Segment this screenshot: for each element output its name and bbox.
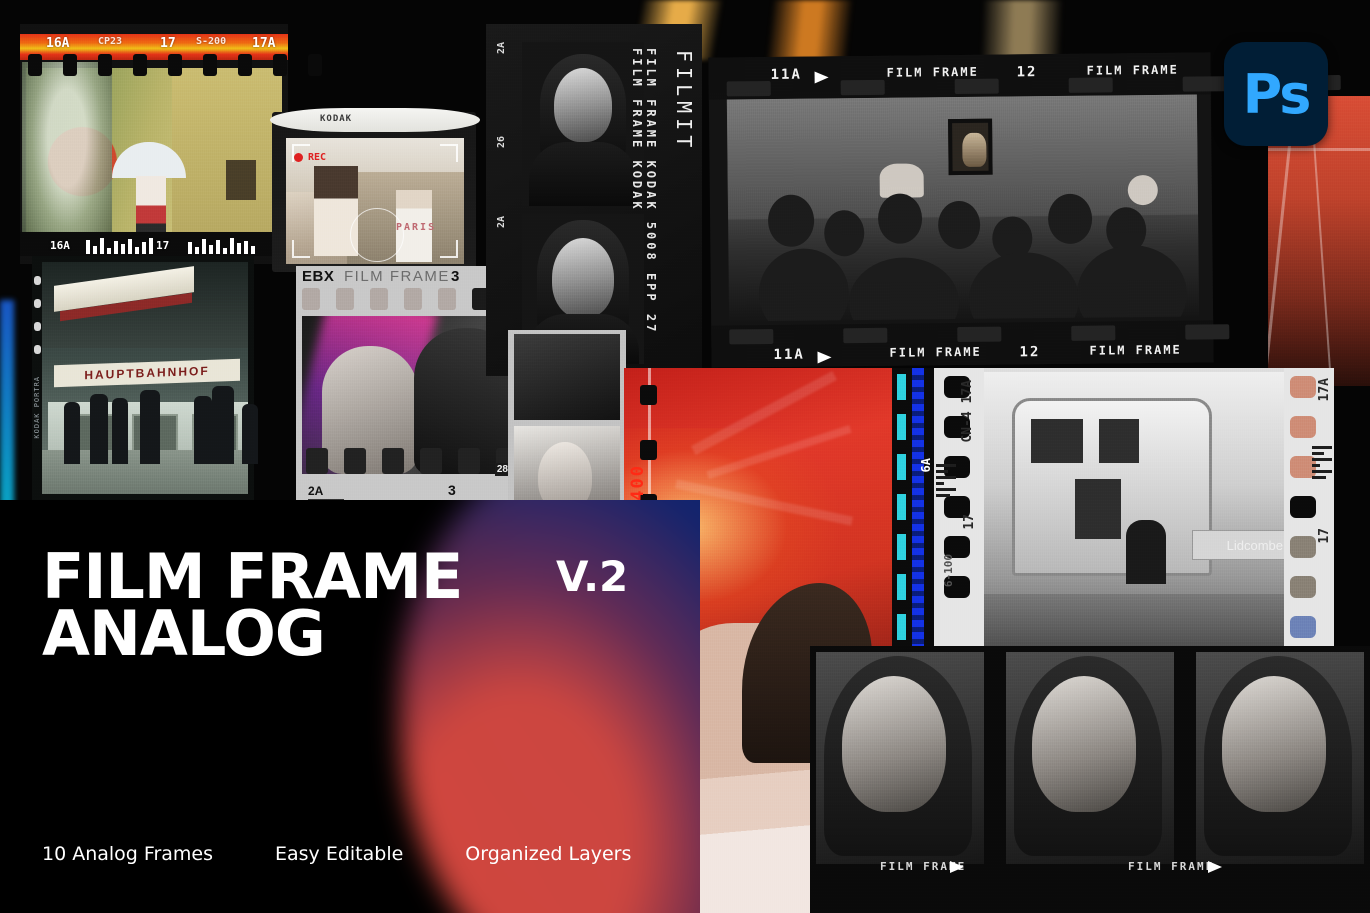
film-barcode-left	[86, 236, 153, 254]
photo-portrait-6	[1006, 652, 1174, 864]
triptych-arrow-0	[950, 861, 964, 873]
arrow-icon-bottom	[817, 351, 832, 364]
film-strip-triptych: FILM FRAME FILM FRAME	[810, 646, 1370, 913]
crowd-edge-bottom: 11A FILM FRAME 12 FILM FRAME	[711, 320, 1344, 368]
triptych-arrow-1	[1208, 861, 1222, 873]
station-sign: HAUPTBAHNHOF	[54, 358, 240, 388]
photo-portrait-5	[816, 652, 984, 864]
triptych-label-1: FILM FRAME	[1128, 860, 1215, 873]
platform-sign-text: Lidcombe	[1226, 538, 1283, 553]
frame-number-0: 2A	[496, 42, 507, 55]
feature-item-1: Easy Editable	[275, 843, 404, 865]
photo-museum-crowd	[726, 94, 1200, 322]
train-barcode-right	[1312, 446, 1332, 479]
photoshop-badge[interactable]: Ps	[1224, 42, 1328, 146]
filmit-brand: FILMIT	[672, 50, 696, 153]
viewfinder-corner-tr	[440, 144, 458, 162]
train-left-code-0: CN-4 17A	[960, 380, 975, 443]
film-edge-label: KODAK PORTRA	[33, 376, 41, 439]
title-line-2: ANALOG	[42, 597, 326, 671]
train-edge-right: 17A 17	[1284, 368, 1334, 678]
edge-code-bottom-1: 17	[156, 239, 170, 252]
train-body	[1012, 398, 1212, 576]
kodak-code-line: FILM FRAME KODAK 5008 EPP 27 FILM FRAME …	[630, 48, 658, 335]
shirt-text: PARIS	[396, 222, 437, 233]
photo-portrait-3	[514, 334, 620, 420]
crowd-edge-top: 11A FILM FRAME 12 FILM FRAME	[708, 52, 1341, 100]
crowd-bottom-label-1: FILM FRAME	[889, 344, 982, 360]
ebx-brand: EBX	[302, 268, 335, 285]
frame-number-2: 2A	[496, 216, 507, 229]
photo-train-platform: Lidcombe	[984, 372, 1284, 656]
focus-circle-icon	[350, 208, 404, 262]
train-right-code-1: 17	[1317, 528, 1332, 544]
photoshop-badge-label: Ps	[1242, 62, 1312, 126]
station-sign-text: HAUPTBAHNHOF	[84, 363, 210, 383]
cyan-label-0: 6A	[919, 458, 933, 473]
rec-label: REC	[308, 152, 327, 163]
feature-list: 10 Analog Frames Easy Editable Organized…	[42, 843, 631, 865]
crowd-top-label-1: FILM FRAME	[886, 64, 979, 80]
train-sprocket-right	[1290, 376, 1316, 678]
ebx-label: FILM FRAME	[344, 268, 450, 285]
crowd-top-label-2: 12	[1016, 64, 1038, 81]
platform-sign: Lidcombe	[1192, 530, 1284, 560]
viewfinder-corner-br	[440, 240, 458, 258]
edge-code-bottom-0: 16A	[50, 239, 70, 252]
crowd-sprocket-bottom	[729, 323, 1344, 345]
title-panel: FILM FRAME ANALOG V.2 10 Analog Frames E…	[0, 500, 700, 913]
poster-canvas: 16A CP23 17 S-200 17A 16A 17 HAUPTBAHNHO…	[0, 0, 1370, 913]
ebx-footer-left: 2A	[308, 484, 324, 498]
kodak-brand-label: KODAK	[320, 114, 353, 124]
page-title: FILM FRAME ANALOG	[42, 545, 463, 671]
rec-indicator: REC	[294, 152, 326, 163]
photo-hauptbahnhof: HAUPTBAHNHOF KODAK PORTRA	[32, 256, 258, 502]
arrow-icon-top	[814, 71, 829, 84]
edge-code-1: CP23	[98, 36, 123, 47]
viewfinder-corner-bl	[292, 240, 310, 258]
rec-dot-icon	[294, 153, 303, 162]
crowd-bottom-label-0: 11A	[773, 346, 805, 363]
ebx-footer-center: 3	[448, 482, 456, 498]
frame-train-lidcombe: CN-4 17A 17 6-100 Lidcombe 17A 17	[934, 368, 1334, 678]
frame-number-1: 26	[496, 136, 507, 149]
edge-code-2: 17	[160, 36, 176, 51]
edge-code-0: 16A	[46, 36, 70, 51]
film-barcode-right	[188, 236, 255, 254]
feature-item-2: Organized Layers	[465, 843, 632, 865]
sprocket-holes-left	[34, 276, 41, 354]
photo-portrait-7	[1196, 652, 1364, 864]
train-left-code-1: 17	[962, 514, 977, 530]
sprocket-holes-top	[28, 54, 322, 76]
film-strip-top-left: 16A CP23 17 S-200 17A 16A 17	[20, 24, 322, 264]
film-strip-kodak-vertical: FILMIT FILM FRAME KODAK 5008 EPP 27 FILM…	[486, 24, 702, 376]
frame-crowd-museum: 11A FILM FRAME 12 FILM FRAME 11A FILM FR…	[708, 52, 1344, 368]
edge-code-3: S-200	[196, 36, 227, 47]
train-edge-left: CN-4 17A 17 6-100	[934, 368, 984, 660]
crowd-top-label-3: FILM FRAME	[1086, 62, 1179, 78]
version-label: V.2	[556, 552, 629, 601]
edge-code-4: 17A	[252, 36, 276, 51]
ebx-sprocket-bottom	[306, 448, 518, 474]
crowd-top-label-0: 11A	[770, 66, 802, 83]
photo-street-umbrella	[22, 62, 282, 254]
crowd-bottom-label-3: FILM FRAME	[1089, 342, 1182, 358]
crowd-bottom-label-2: 12	[1019, 344, 1041, 361]
photo-portrait-1	[522, 42, 644, 206]
ebx-number: 3	[451, 268, 460, 285]
train-right-code-0: 17A	[1317, 378, 1332, 402]
frame-kodak-rec: KODAK REC PARIS	[270, 108, 480, 272]
painting-mona-lisa	[947, 118, 993, 176]
feature-item-0: 10 Analog Frames	[42, 843, 213, 865]
train-barcode-left	[936, 464, 956, 497]
train-left-code-2: 6-100	[942, 554, 955, 588]
